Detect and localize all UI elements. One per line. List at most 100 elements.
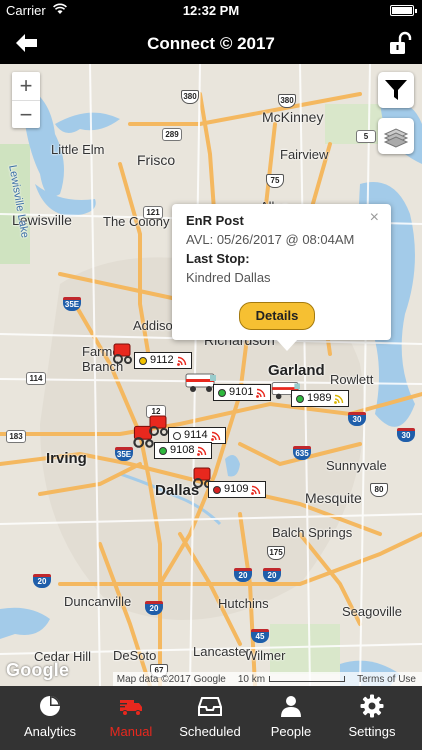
tab-label: Scheduled <box>179 724 241 739</box>
unit-number: 1989 <box>307 392 332 404</box>
state-highway-shield: 5 <box>356 130 376 143</box>
city-label: Sunnyvale <box>326 458 387 473</box>
status-dot <box>159 446 167 455</box>
us-highway-shield: 175 <box>267 546 285 560</box>
tab-label: Analytics <box>23 724 77 739</box>
battery-icon <box>390 5 417 16</box>
us-highway-shield: 380 <box>181 90 199 104</box>
interstate-shield: 30 <box>348 412 366 426</box>
city-label: McKinney <box>262 109 324 125</box>
map-view[interactable]: McKinney Frisco Little Elm Fairview Alle… <box>0 64 422 686</box>
unit-number: 9114 <box>184 429 208 441</box>
state-highway-shield: 183 <box>6 430 26 443</box>
layers-icon <box>383 128 409 148</box>
status-dot <box>173 431 181 440</box>
city-label: Balch Springs <box>272 525 353 540</box>
state-highway-shield: 121 <box>143 206 163 219</box>
map-data-label: Map data ©2017 Google <box>116 673 226 685</box>
close-icon[interactable]: × <box>370 210 379 226</box>
interstate-shield: 35E <box>63 297 81 311</box>
city-label: Lancaster <box>193 644 251 659</box>
city-label: Little Elm <box>51 142 105 157</box>
us-highway-shield: 380 <box>278 94 296 108</box>
popup-last-stop: Kindred Dallas <box>186 270 271 285</box>
status-dot <box>218 388 226 397</box>
state-highway-shield: 114 <box>26 372 46 385</box>
signal-icon <box>334 394 344 404</box>
state-highway-shield: 289 <box>162 128 182 141</box>
city-label: Wilmer <box>245 648 286 663</box>
signal-icon <box>197 446 207 456</box>
us-highway-shield: 75 <box>266 174 284 188</box>
tab-analytics[interactable]: Analytics <box>8 686 92 750</box>
status-dot <box>296 394 304 403</box>
popup-avl: AVL: 05/26/2017 @ 08:04AM <box>186 232 355 247</box>
unit-label[interactable]: 9108 <box>154 442 213 459</box>
scale-bar <box>269 675 346 682</box>
status-dot <box>139 356 147 365</box>
unit-number: 9108 <box>170 444 195 456</box>
popup-title: EnR Post <box>186 213 244 228</box>
filter-icon <box>385 80 407 100</box>
map-attribution: Map data ©2017 Google 10 km Terms of Use <box>112 672 422 686</box>
status-dot <box>213 485 221 494</box>
unit-number: 9112 <box>150 354 174 366</box>
google-logo: Google <box>6 660 70 680</box>
unit-number: 9109 <box>224 483 249 495</box>
tab-settings[interactable]: Settings <box>330 686 414 750</box>
zoom-control: + − <box>12 72 40 128</box>
tab-scheduled[interactable]: Scheduled <box>168 686 252 750</box>
us-highway-shield: 80 <box>370 483 388 497</box>
city-label: Hutchins <box>218 596 269 611</box>
city-label: Rowlett <box>330 372 374 387</box>
tab-bar: Analytics Manual Scheduled People Settin… <box>0 686 422 750</box>
pie-chart-icon <box>40 696 60 716</box>
tab-label: Settings <box>348 724 396 739</box>
city-label: Duncanville <box>64 594 132 609</box>
signal-icon <box>256 388 266 398</box>
page-title: Connect © 2017 <box>147 34 275 53</box>
interstate-shield: 635 <box>293 446 311 460</box>
clock: 12:32 PM <box>182 3 240 18</box>
info-popup: EnR Post AVL: 05/26/2017 @ 08:04AM Last … <box>172 204 391 351</box>
signal-icon <box>251 485 261 495</box>
city-label: Mesquite <box>305 490 362 506</box>
gear-icon <box>360 694 384 718</box>
interstate-shield: 20 <box>145 601 163 615</box>
unit-label[interactable]: 9112 <box>134 352 192 369</box>
zoom-in-button[interactable]: + <box>12 72 40 100</box>
city-label: Frisco <box>137 152 176 168</box>
tab-label: People <box>270 724 312 739</box>
city-label: DeSoto <box>113 648 157 663</box>
interstate-shield: 45 <box>251 629 269 643</box>
city-label: Seagoville <box>342 604 402 619</box>
tab-people[interactable]: People <box>249 686 333 750</box>
unit-number: 9101 <box>229 386 254 398</box>
interstate-shield: 20 <box>33 574 51 588</box>
terms-link[interactable]: Terms of Use <box>357 674 416 685</box>
unlock-icon[interactable] <box>388 31 412 55</box>
interstate-shield: 30 <box>397 428 415 442</box>
truck-icon <box>120 700 142 716</box>
filter-button[interactable] <box>378 72 414 108</box>
inbox-tray-icon <box>198 697 222 716</box>
wheelchair-van-icon[interactable] <box>108 340 136 366</box>
person-icon <box>281 696 301 717</box>
layers-button[interactable] <box>378 118 414 154</box>
details-button[interactable]: Details <box>239 302 315 330</box>
status-bar: Carrier 12:32 PM <box>0 0 422 22</box>
unit-label[interactable]: 9109 <box>208 481 267 498</box>
nav-bar: Connect © 2017 <box>0 22 422 64</box>
unit-label[interactable]: 1989 <box>291 390 350 407</box>
interstate-shield: 20 <box>263 568 281 582</box>
zoom-out-button[interactable]: − <box>12 100 40 128</box>
interstate-shield: 20 <box>234 568 252 582</box>
scale-label: 10 km <box>238 674 346 685</box>
unit-label[interactable]: 9101 <box>213 384 272 401</box>
signal-icon <box>176 356 186 366</box>
city-label: Fairview <box>280 147 329 162</box>
city-label: Irving <box>46 450 87 467</box>
popup-last-stop-label: Last Stop: <box>186 251 250 266</box>
tab-label: Manual <box>109 724 153 739</box>
tab-manual[interactable]: Manual <box>89 686 173 750</box>
